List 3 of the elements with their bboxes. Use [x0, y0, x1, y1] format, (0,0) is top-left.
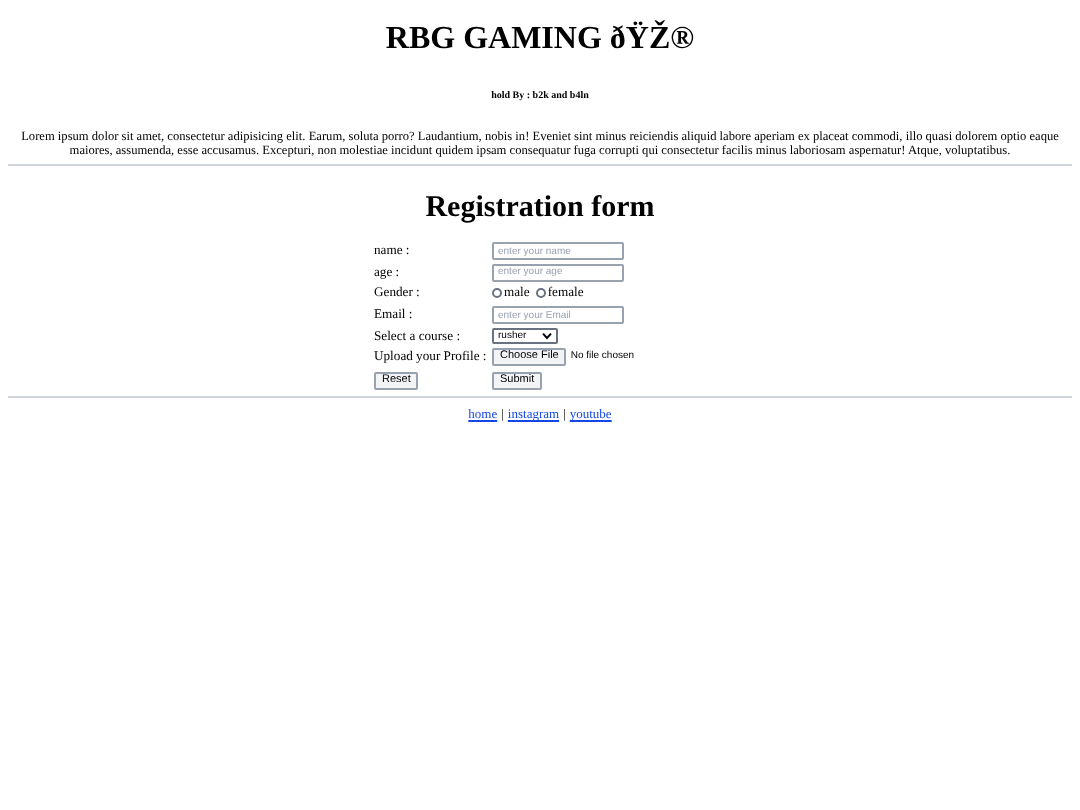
form-title: Registration form [423, 189, 657, 227]
caret-icon [542, 332, 552, 341]
page-title: RBG GAMING ðŸŽ® [383, 18, 697, 60]
